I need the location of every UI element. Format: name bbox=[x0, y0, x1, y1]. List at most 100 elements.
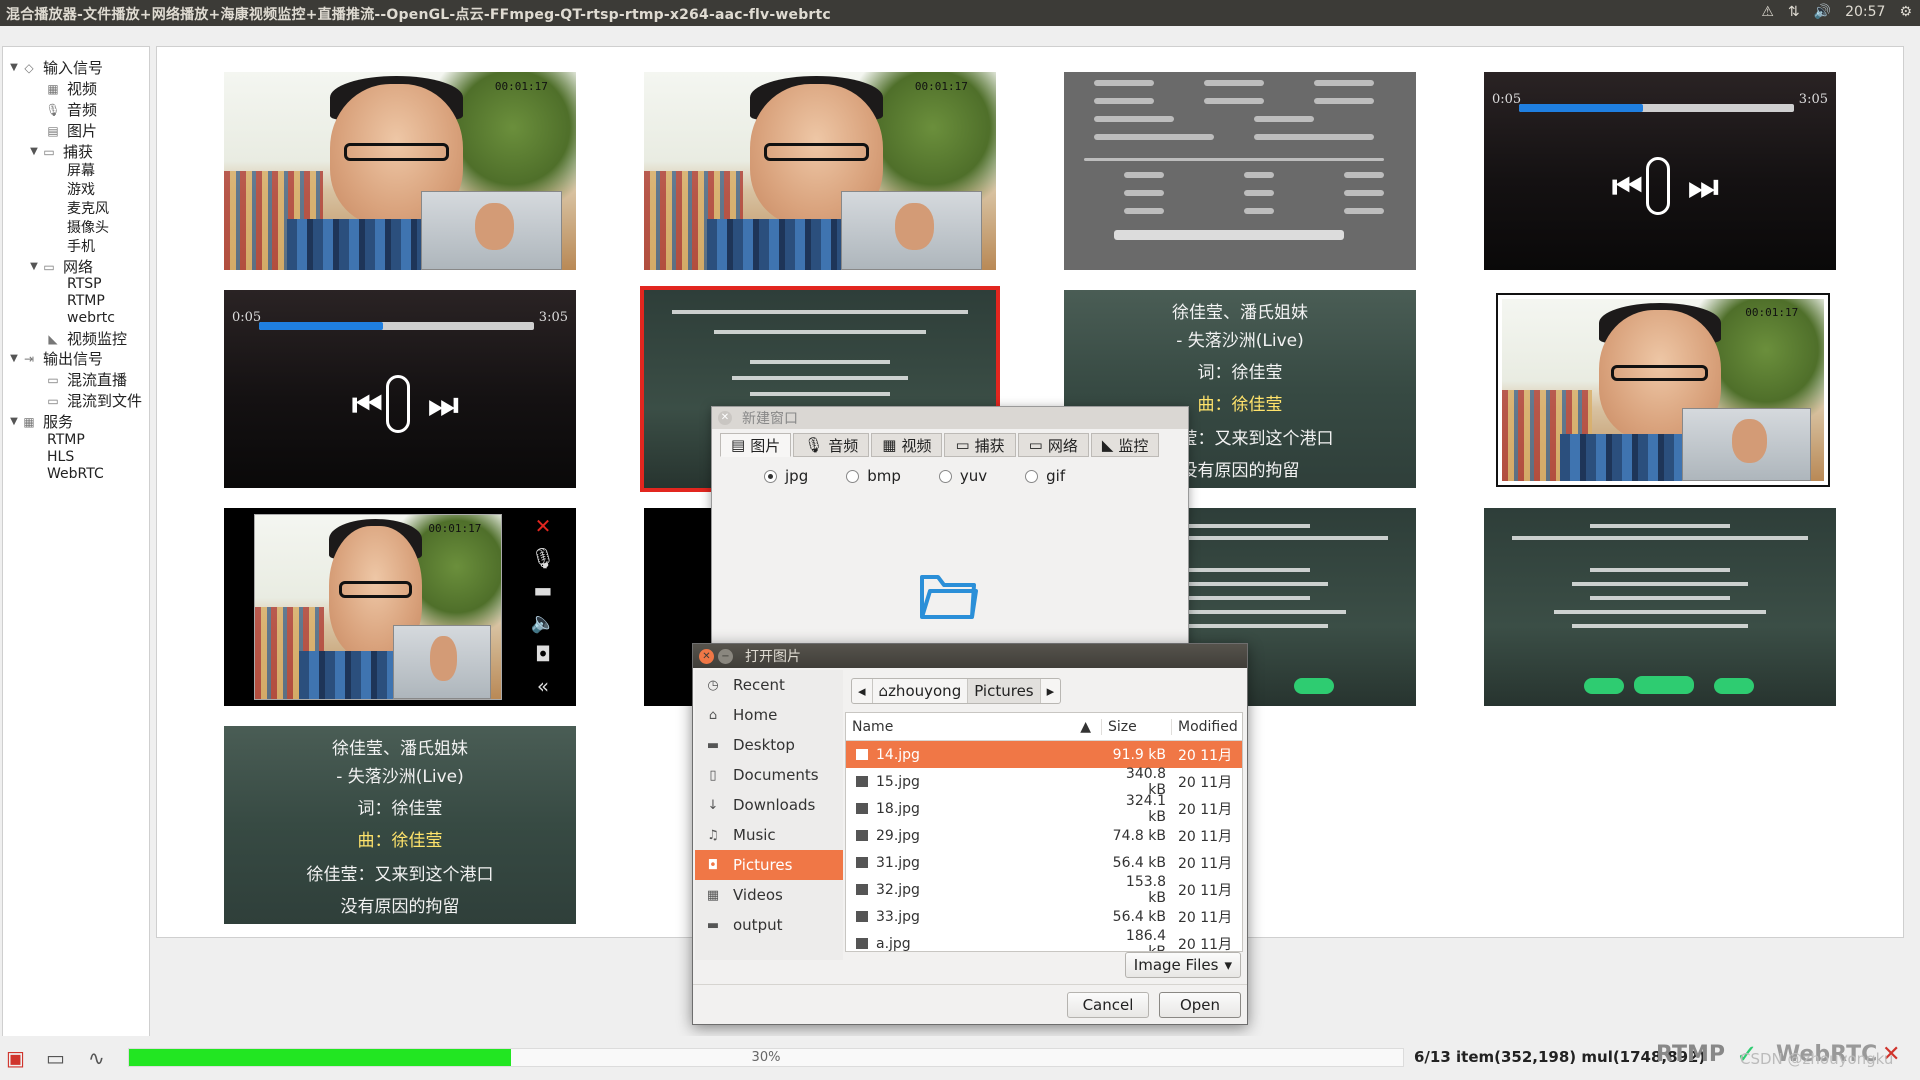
file-row[interactable]: 32.jpg 153.8 kB 20 11月 bbox=[846, 874, 1242, 906]
column-modified[interactable]: Modified bbox=[1172, 719, 1242, 735]
tree-item-video-monitor[interactable]: ◣ 视频监控 bbox=[45, 328, 127, 350]
dialog-titlebar[interactable]: ✕ 新建窗口 bbox=[712, 407, 1188, 429]
cctv-icon: ◣ bbox=[48, 332, 58, 346]
radio-yuv[interactable]: yuv bbox=[938, 467, 987, 485]
tab-monitor[interactable]: ◣ 监控 bbox=[1090, 433, 1160, 457]
place-desktop[interactable]: ▬ Desktop bbox=[695, 730, 843, 760]
radio-jpg[interactable]: jpg bbox=[764, 467, 808, 485]
place-home[interactable]: ⌂ Home bbox=[695, 700, 843, 730]
tree-item-mix-live[interactable]: ▭ 混流直播 bbox=[45, 369, 127, 391]
speaker-icon[interactable]: 🔈 bbox=[510, 610, 576, 634]
volume-icon[interactable]: 🔊 bbox=[1814, 4, 1831, 20]
minimize-icon[interactable]: − bbox=[718, 648, 733, 664]
image-icon: ▤ bbox=[731, 436, 746, 454]
waveform-icon[interactable]: ∿ bbox=[88, 1046, 105, 1070]
new-window-dialog[interactable]: ✕ 新建窗口 ▤ 图片 🎙 音频 ▦ 视频 ▭ 捕获 ▭ 网络 ◣ 监控 jpg bmp y… bbox=[711, 406, 1189, 656]
file-row[interactable]: 31.jpg 56.4 kB 20 11月 bbox=[846, 849, 1242, 876]
collapse-icon[interactable]: « bbox=[510, 674, 576, 698]
previous-icon[interactable]: ⏮ bbox=[352, 385, 383, 425]
path-back-arrow-icon[interactable]: ◂ bbox=[852, 679, 873, 703]
video-tile-player[interactable]: 0:05 3:05 ⏮ ⏭ bbox=[224, 290, 576, 488]
radio-gif[interactable]: gif bbox=[1025, 467, 1065, 485]
tree-item-output-signal[interactable]: ▼ ⇥ 输出信号 bbox=[7, 348, 103, 370]
video-tile-webcam[interactable]: 00:01:17 bbox=[644, 72, 996, 270]
network-icon[interactable]: ⇅ bbox=[1788, 4, 1800, 20]
tree-item-phone[interactable]: 手机 bbox=[67, 236, 95, 258]
video-tile-music-app[interactable] bbox=[1484, 508, 1836, 706]
rtmp-indicator[interactable]: RTMP bbox=[1656, 1042, 1725, 1067]
folder-icon: ▬ bbox=[706, 737, 720, 753]
tab-network[interactable]: ▭ 网络 bbox=[1017, 433, 1089, 457]
next-icon[interactable]: ⏭ bbox=[1688, 167, 1719, 207]
video-tile-webcam[interactable]: 00:01:17 bbox=[224, 72, 576, 270]
place-videos[interactable]: ▦ Videos bbox=[695, 880, 843, 910]
file-row[interactable]: 33.jpg 56.4 kB 20 11月 bbox=[846, 903, 1242, 930]
file-row[interactable]: a.jpg 186.4 kB 20 11月 bbox=[846, 928, 1242, 951]
video-tile-lyrics[interactable]: 徐佳莹、潘氏姐妹 - 失落沙洲(Live) 词：徐佳莹 曲：徐佳莹 徐佳莹：又来… bbox=[224, 726, 576, 924]
column-name[interactable]: Name ▲ bbox=[846, 718, 1102, 735]
cancel-button[interactable]: Cancel bbox=[1067, 992, 1149, 1018]
memory-icon[interactable]: ▭ bbox=[46, 1046, 65, 1070]
dialog-titlebar[interactable]: ✕ − 打开图片 bbox=[693, 644, 1247, 668]
microphone-icon[interactable]: 🎙 bbox=[510, 546, 576, 570]
video-tile-phone-call[interactable]: 00:01:17 ✕ 🎙 ▬ 🔈 ◘ « bbox=[224, 508, 576, 706]
tree-item-service[interactable]: ▼ ▦ 服务 bbox=[7, 411, 73, 433]
camera-icon[interactable]: ◘ bbox=[510, 642, 576, 666]
tree-item-rtsp[interactable]: RTSP bbox=[67, 275, 102, 293]
tab-video[interactable]: ▦ 视频 bbox=[871, 433, 943, 457]
tree-item-audio[interactable]: 🎙 音频 bbox=[45, 99, 97, 121]
file-type-filter[interactable]: Image Files ▾ bbox=[1124, 952, 1241, 978]
tree-item-mix-file[interactable]: ▭ 混流到文件 bbox=[45, 390, 142, 412]
tab-image[interactable]: ▤ 图片 bbox=[720, 433, 792, 457]
place-pictures[interactable]: ◘ Pictures bbox=[695, 850, 843, 880]
tree-item-input-signal[interactable]: ▼ ◇ 输入信号 bbox=[7, 57, 103, 79]
tree-item-svc-hls[interactable]: HLS bbox=[47, 448, 74, 466]
source-tree[interactable]: ▼ ◇ 输入信号 ▦ 视频 🎙 音频 ▤ 图片 ▼ ▭ 捕获 屏幕 游戏 麦克风 摄像头 手机… bbox=[2, 46, 150, 1050]
tree-item-video[interactable]: ▦ 视频 bbox=[45, 78, 97, 100]
progress-text: 30% bbox=[751, 1050, 781, 1065]
column-size[interactable]: Size bbox=[1102, 718, 1172, 735]
tree-item-webrtc[interactable]: webrtc bbox=[67, 309, 115, 327]
app-indicator-icon[interactable]: ⚠ bbox=[1761, 4, 1774, 20]
open-button[interactable]: Open bbox=[1159, 992, 1241, 1018]
video-tile-webcam-framed[interactable]: 00:01:17 bbox=[1496, 293, 1830, 487]
video-tile-player[interactable]: 0:05 3:05 ⏮ ⏭ bbox=[1484, 72, 1836, 270]
place-documents[interactable]: ▯ Documents bbox=[695, 760, 843, 790]
pause-icon[interactable] bbox=[385, 375, 410, 434]
radio-bmp[interactable]: bmp bbox=[846, 467, 901, 485]
file-row[interactable]: 15.jpg 340.8 kB 20 11月 bbox=[846, 766, 1242, 798]
next-icon[interactable]: ⏭ bbox=[428, 385, 459, 425]
file-row[interactable]: 29.jpg 74.8 kB 20 11月 bbox=[846, 822, 1242, 849]
path-segment-home[interactable]: ⌂ zhouyong bbox=[873, 679, 969, 703]
file-row[interactable]: 14.jpg 91.9 kB 20 11月 bbox=[846, 741, 1242, 768]
network-icon: ▭ bbox=[1028, 436, 1043, 454]
close-icon[interactable]: ✕ bbox=[718, 411, 732, 425]
video-camera-icon[interactable]: ▬ bbox=[510, 578, 576, 602]
previous-icon[interactable]: ⏮ bbox=[1612, 167, 1643, 207]
path-segment-current[interactable]: Pictures bbox=[968, 679, 1041, 703]
pause-icon[interactable] bbox=[1645, 157, 1670, 216]
tree-item-rtmp[interactable]: RTMP bbox=[67, 292, 105, 310]
clock[interactable]: 20:57 bbox=[1845, 4, 1885, 20]
place-downloads[interactable]: ↓ Downloads bbox=[695, 790, 843, 820]
gear-icon[interactable]: ⚙ bbox=[1899, 4, 1912, 20]
tab-capture[interactable]: ▭ 捕获 bbox=[944, 433, 1016, 457]
tree-item-svc-webrtc[interactable]: WebRTC bbox=[47, 465, 104, 483]
close-icon[interactable]: ✕ bbox=[699, 648, 714, 664]
open-folder-icon[interactable] bbox=[918, 567, 978, 625]
close-icon[interactable]: ✕ bbox=[510, 514, 576, 538]
path-forward-arrow-icon[interactable]: ▸ bbox=[1041, 679, 1061, 703]
place-recent[interactable]: ◷ Recent bbox=[695, 670, 843, 700]
dialog-title: 打开图片 bbox=[745, 649, 801, 665]
file-list[interactable]: Name ▲ Size Modified 14.jpg 91.9 kB 20 11月 … bbox=[845, 712, 1243, 952]
place-music[interactable]: ♫ Music bbox=[695, 820, 843, 850]
tab-audio[interactable]: 🎙 音频 bbox=[793, 433, 870, 457]
tree-item-image[interactable]: ▤ 图片 bbox=[45, 120, 97, 142]
place-output[interactable]: ▬ output bbox=[695, 910, 843, 940]
cpu-icon[interactable]: ▣ bbox=[6, 1046, 25, 1070]
open-image-dialog[interactable]: ✕ − 打开图片 ◷ Recent ⌂ Home ▬ Desktop ▯ Documen… bbox=[692, 643, 1248, 1025]
tree-item-svc-rtmp[interactable]: RTMP bbox=[47, 431, 85, 449]
layers-icon: ◇ bbox=[24, 61, 34, 75]
video-tile-settings-screen[interactable] bbox=[1064, 72, 1416, 270]
file-row[interactable]: 18.jpg 324.1 kB 20 11月 bbox=[846, 793, 1242, 825]
